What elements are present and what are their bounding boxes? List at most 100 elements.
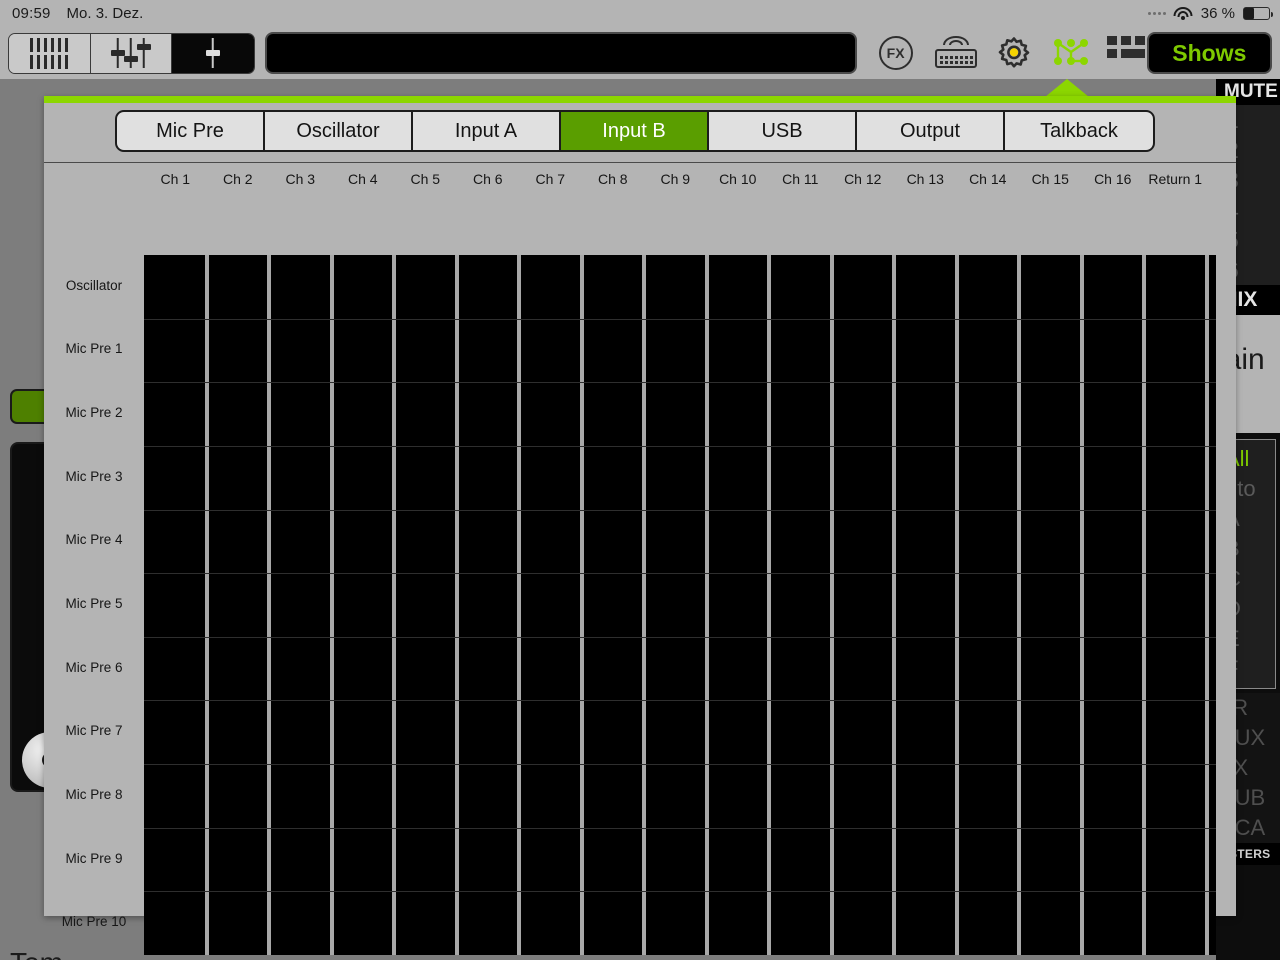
column-header: Ch 5: [410, 171, 441, 187]
toolbar-icon-group: FX: [878, 36, 1147, 70]
matrix-column[interactable]: [583, 255, 642, 955]
column-header: Ch 12: [844, 171, 882, 187]
column-header: Ch 16: [1094, 171, 1132, 187]
tab-talkback[interactable]: Talkback: [1005, 112, 1153, 150]
column-header: Ch 14: [969, 171, 1007, 187]
matrix-column[interactable]: [833, 255, 892, 955]
row-label: Mic Pre 4: [65, 532, 123, 548]
row-label: Mic Pre 2: [65, 405, 123, 421]
status-right-group: 36 %: [1147, 5, 1273, 22]
status-time: 09:59: [12, 5, 51, 22]
scribble-strip-display[interactable]: [264, 32, 857, 74]
matrix-row-divider: [144, 573, 1216, 575]
column-header: Ch 15: [1031, 171, 1069, 187]
matrix-column[interactable]: [958, 255, 1017, 955]
column-header: Ch 3: [285, 171, 316, 187]
column-header: Ch 2: [222, 171, 253, 187]
faders-view-button[interactable]: [90, 33, 173, 73]
column-header-row: Ch 1 Ch 2 Ch 3 Ch 4 Ch 5 Ch 6 Ch 7 Ch 8 Ch 9 Ch 1…: [44, 163, 1236, 205]
channel-view-button[interactable]: [172, 33, 254, 73]
popover-header: Mic Pre Oscillator Input A Input B USB Output…: [44, 103, 1236, 162]
matrix-column[interactable]: [1208, 255, 1216, 955]
shows-button[interactable]: Shows: [1146, 32, 1272, 74]
row-label: Mic Pre 5: [65, 596, 123, 611]
battery-percent: 36 %: [1200, 5, 1235, 22]
wifi-icon: [1173, 6, 1193, 21]
matrix-column[interactable]: [521, 255, 580, 955]
tab-input-b[interactable]: Input B: [561, 112, 709, 150]
matrix-row-divider: [144, 700, 1216, 702]
routing-popover: Mic Pre Oscillator Input A Input B USB Output…: [44, 96, 1236, 955]
matrix-column[interactable]: [458, 255, 517, 955]
matrix-row-divider: [144, 636, 1216, 638]
row-label: Oscillator: [65, 277, 123, 293]
matrix-row-divider: [144, 318, 1216, 320]
fx-icon: FX: [878, 36, 913, 70]
column-header: Ch 13: [906, 171, 944, 187]
matrix-column[interactable]: [396, 255, 455, 955]
status-date: Mo. 3. Dez.: [66, 5, 144, 22]
tab-usb[interactable]: USB: [709, 112, 857, 150]
fx-label: FX: [886, 45, 905, 61]
single-fader-icon: [205, 38, 220, 68]
tab-mic-pre[interactable]: Mic Pre: [117, 112, 265, 150]
gear-icon: [995, 36, 1033, 74]
tab-oscillator[interactable]: Oscillator: [265, 112, 413, 150]
popover-pointer: [1045, 79, 1089, 97]
matrix-column[interactable]: [271, 255, 330, 955]
matrix-column[interactable]: [208, 255, 267, 955]
wireless-keyboard-button[interactable]: [934, 36, 979, 70]
matrix-column[interactable]: [1083, 255, 1142, 955]
matrix-column[interactable]: [646, 255, 705, 955]
battery-icon: [1243, 7, 1273, 20]
column-header: Ch 9: [660, 171, 691, 187]
column-header: Ch 7: [535, 171, 566, 187]
row-label-column: Oscillator Mic Pre 1 Mic Pre 2 Mic Pre 3 Mic…: [44, 255, 144, 955]
row-label: Mic Pre 3: [65, 468, 123, 484]
popover-accent-bar: [44, 96, 1236, 103]
matrix-row-divider: [144, 509, 1216, 511]
column-header: Ch 10: [719, 171, 757, 187]
matrix-row-divider: [144, 445, 1216, 447]
matrix-column[interactable]: [771, 255, 830, 955]
matrix-row-divider: [144, 382, 1216, 384]
tab-input-a[interactable]: Input A: [413, 112, 561, 150]
row-label: Mic Pre 10: [61, 914, 127, 930]
matrix-row-divider: [144, 891, 1216, 893]
row-label: Mic Pre 8: [65, 786, 123, 802]
tab-output[interactable]: Output: [857, 112, 1005, 150]
fx-button[interactable]: FX: [878, 36, 919, 70]
wireless-keyboard-icon: [934, 36, 977, 68]
ios-status-bar: 09:59 Mo. 3. Dez. 36 %: [0, 0, 1280, 27]
row-label: Mic Pre 9: [65, 850, 123, 866]
matrix-column[interactable]: [144, 255, 205, 955]
layout-button[interactable]: [1106, 36, 1147, 70]
row-label: Mic Pre 6: [65, 659, 123, 675]
column-header: Ch 8: [597, 171, 628, 187]
routing-button[interactable]: [1051, 36, 1091, 70]
meters-view-button[interactable]: [9, 33, 91, 73]
column-header: Ch 11: [782, 171, 819, 187]
signal-dots-icon: [1147, 12, 1166, 15]
column-header: Return 1: [1148, 171, 1203, 187]
matrix-column[interactable]: [333, 255, 392, 955]
layout-blocks-icon: [1106, 36, 1145, 62]
column-header: Ch 1: [160, 171, 191, 187]
column-header: Ch 4: [347, 171, 378, 187]
app-root: 09:59 Mo. 3. Dez. 36 % FX Shows MUTE MIX…: [0, 0, 1280, 960]
routing-tab-bar[interactable]: Mic Pre Oscillator Input A Input B USB Output…: [115, 110, 1155, 152]
meters-icon: [30, 37, 69, 69]
view-mode-segmented-control[interactable]: [8, 32, 255, 74]
matrix-column[interactable]: [1146, 255, 1205, 955]
app-toolbar: FX Shows: [0, 27, 1280, 79]
matrix-column[interactable]: [708, 255, 767, 955]
routing-matrix-scroll[interactable]: [144, 255, 1216, 955]
matrix-row-divider: [144, 827, 1216, 829]
routing-matrix[interactable]: [144, 255, 1216, 955]
matrix-column[interactable]: [1021, 255, 1080, 955]
column-header: Ch 6: [472, 171, 503, 187]
row-label: Mic Pre 1: [65, 341, 123, 357]
matrix-column[interactable]: [896, 255, 955, 955]
settings-button[interactable]: [995, 36, 1035, 70]
matrix-row-divider: [144, 764, 1216, 766]
